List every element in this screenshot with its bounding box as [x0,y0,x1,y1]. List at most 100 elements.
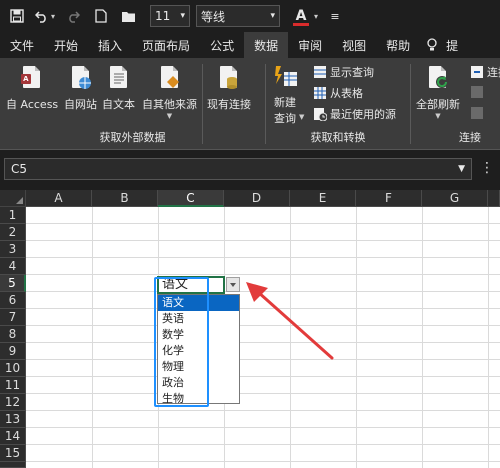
from-web-button[interactable]: 自网站 [64,64,97,112]
from-access-button[interactable]: A 自 Access [6,64,58,112]
chevron-down-icon: ▼ [435,112,441,120]
row-header-6[interactable]: 6 [0,292,26,309]
group-label-get-and-transform: 获取和转换 [310,131,366,144]
font-name-select[interactable]: 等线 ▾ [196,5,280,27]
group-divider [410,64,411,144]
row-header-10[interactable]: 10 [0,360,26,377]
from-other-sources-button[interactable]: 自其他来源 ▼ [142,64,197,120]
gridline [92,207,93,468]
save-icon[interactable] [6,5,28,27]
row-header-11[interactable]: 11 [0,377,26,394]
active-cell-c5[interactable]: 语文 [157,276,225,294]
from-table-button[interactable]: 从表格 [313,85,363,101]
gridline [26,376,500,377]
column-header-b[interactable]: B [92,190,158,207]
refresh-all-button[interactable]: 全部刷新 ▼ [416,64,460,120]
new-query-label-1: 新建 [274,96,296,109]
font-color-dropdown-icon[interactable]: ▾ [314,12,318,21]
tab-review[interactable]: 审阅 [288,32,332,58]
dropdown-option[interactable]: 语文 [158,295,239,311]
dropdown-option[interactable]: 政治 [158,375,239,391]
gridline [26,427,500,428]
font-size-value: 11 [155,9,171,23]
row-header-15[interactable]: 15 [0,445,26,462]
tab-insert[interactable]: 插入 [88,32,132,58]
undo-icon[interactable]: ▾ [34,5,56,27]
tab-home[interactable]: 开始 [44,32,88,58]
connections-button[interactable]: 连接 [470,64,500,80]
more-options-icon[interactable]: ⋮ [480,158,494,180]
row-header-2[interactable]: 2 [0,224,26,241]
tab-view[interactable]: 视图 [332,32,376,58]
column-header-h[interactable] [488,190,500,207]
column-header-a[interactable]: A [26,190,92,207]
dropdown-option[interactable]: 生物 [158,391,239,407]
from-text-label: 自文本 [102,98,135,111]
select-all-button[interactable] [0,190,26,207]
dropdown-option[interactable]: 英语 [158,311,239,327]
row-header-4[interactable]: 4 [0,258,26,275]
properties-button[interactable] [470,85,487,99]
refresh-all-label: 全部刷新 [416,98,460,111]
row-header-16[interactable] [0,462,26,468]
column-header-d[interactable]: D [224,190,290,207]
new-file-icon[interactable] [90,5,112,27]
tab-formulas[interactable]: 公式 [200,32,244,58]
recent-sources-button[interactable]: 最近使用的源 [313,106,396,122]
column-header-e[interactable]: E [290,190,356,207]
font-color-button[interactable]: A [290,5,312,27]
gridline [26,444,500,445]
refresh-all-icon [425,64,451,92]
name-box[interactable]: C5 ▼ [4,158,472,180]
dropdown-option[interactable]: 化学 [158,343,239,359]
row-header-9[interactable]: 9 [0,343,26,360]
column-header-c[interactable]: C [158,190,224,207]
row-header-14[interactable]: 14 [0,428,26,445]
row-header-8[interactable]: 8 [0,326,26,343]
group-label-get-external-data: 获取外部数据 [99,131,166,144]
open-folder-icon[interactable] [118,5,140,27]
tab-help[interactable]: 帮助 [376,32,420,58]
lightbulb-icon[interactable] [420,32,444,58]
gridline [26,393,500,394]
annotation-arrow-icon [246,282,334,360]
edit-links-button[interactable] [470,106,487,120]
row-header-5[interactable]: 5 [0,275,26,292]
worksheet-grid[interactable]: A B C D E F G 1 2 3 4 5 6 7 8 9 10 11 12… [0,190,500,468]
quick-access-toolbar: ▾ 11 ▾ 等线 ▾ A ▾ ≡ [0,0,500,32]
new-query-button[interactable]: 新建 查询 [272,62,298,126]
row-header-13[interactable]: 13 [0,411,26,428]
row-header-1[interactable]: 1 [0,207,26,224]
tab-file[interactable]: 文件 [0,32,44,58]
row-header-7[interactable]: 7 [0,309,26,326]
name-box-value: C5 [11,162,28,176]
gridline [26,410,500,411]
from-text-button[interactable]: 自文本 [102,64,135,112]
redo-icon[interactable] [62,5,84,27]
dropdown-option[interactable]: 数学 [158,327,239,343]
customize-qat-icon[interactable]: ≡ [324,5,346,27]
tab-data[interactable]: 数据 [244,32,289,58]
validation-dropdown-button[interactable] [226,277,240,292]
row-header-3[interactable]: 3 [0,241,26,258]
connections-label: 连接 [487,66,500,79]
row-header-12[interactable]: 12 [0,394,26,411]
font-size-select[interactable]: 11 ▾ [150,5,190,27]
other-sources-icon [157,64,183,92]
new-query-label-2: 查询 [274,112,296,125]
chevron-down-icon: ▼ [166,112,173,120]
gridline [422,207,423,468]
chevron-down-icon[interactable]: ▼ [458,164,465,174]
font-color-letter: A [295,8,307,24]
column-header-f[interactable]: F [356,190,422,207]
show-queries-button[interactable]: 显示查询 [313,64,374,80]
chevron-down-icon: ▾ [180,11,185,21]
column-header-g[interactable]: G [422,190,488,207]
gridline [356,207,357,468]
tab-tell-me[interactable]: 提 [444,32,468,58]
tab-page-layout[interactable]: 页面布局 [132,32,200,58]
from-web-label: 自网站 [64,98,97,111]
show-queries-label: 显示查询 [330,66,374,79]
existing-connections-button[interactable]: 现有连接 [207,64,251,112]
dropdown-option[interactable]: 物理 [158,359,239,375]
